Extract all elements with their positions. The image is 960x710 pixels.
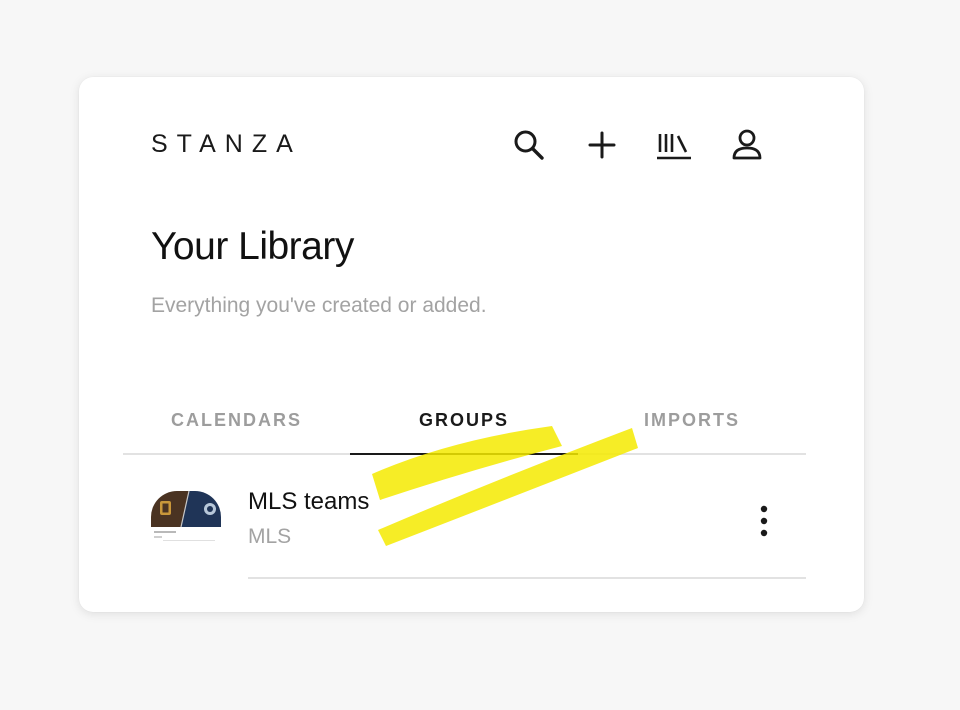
header-toolbar xyxy=(507,125,777,165)
add-button[interactable] xyxy=(582,125,622,165)
library-card: STANZA Your Library Everything you've cr… xyxy=(79,77,864,612)
tab-groups[interactable]: GROUPS xyxy=(350,387,578,455)
tab-calendars[interactable]: CALENDARS xyxy=(123,387,350,453)
group-thumbnail xyxy=(151,491,221,543)
group-menu-button[interactable] xyxy=(752,501,776,541)
plus-icon xyxy=(588,131,616,159)
list-divider xyxy=(248,577,806,579)
search-button[interactable] xyxy=(509,125,549,165)
page-title: Your Library xyxy=(151,225,354,268)
page-subtitle: Everything you've created or added. xyxy=(151,294,487,317)
library-icon xyxy=(657,134,691,160)
tab-imports[interactable]: IMPORTS xyxy=(578,387,806,453)
group-name: MLS teams xyxy=(248,488,370,515)
more-vertical-icon xyxy=(760,505,768,537)
search-icon xyxy=(514,130,544,160)
stanza-logo[interactable]: STANZA xyxy=(151,129,302,159)
profile-icon xyxy=(732,129,762,160)
list-item[interactable]: MLS teams MLS xyxy=(151,479,806,579)
profile-button[interactable] xyxy=(727,125,767,165)
group-subtitle: MLS xyxy=(248,525,292,548)
library-button[interactable] xyxy=(654,125,694,165)
library-tabs: CALENDARS GROUPS IMPORTS xyxy=(123,387,806,455)
